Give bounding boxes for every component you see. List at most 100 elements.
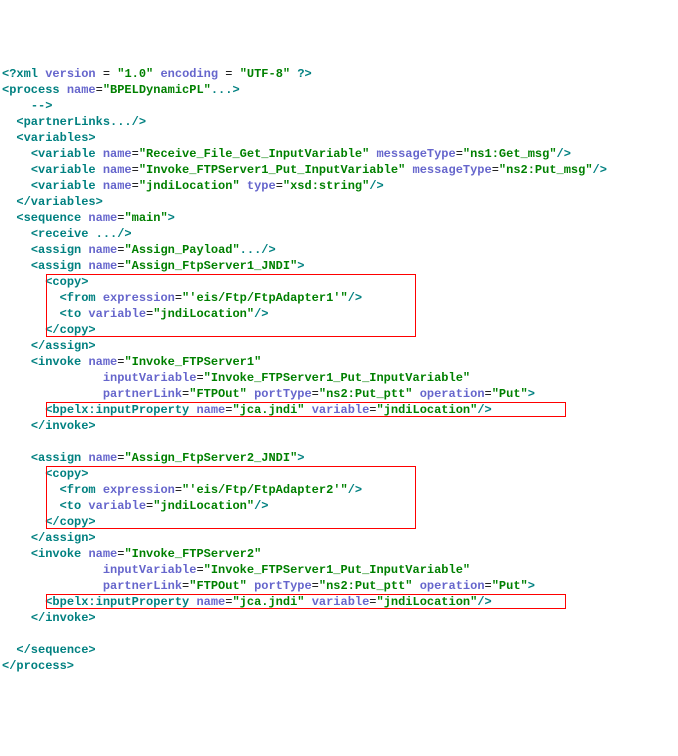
token-attr: portType [254,387,312,401]
token-val: "ns2:Put_ptt" [319,387,413,401]
code-line: </copy> [2,322,676,338]
token-text: = [369,403,376,417]
token-attr: name [88,355,117,369]
code-line: inputVariable="Invoke_FTPServer1_Put_Inp… [2,370,676,386]
code-line: <to variable="jndiLocation"/> [2,306,676,322]
token-attr: partnerLink [103,387,182,401]
code-line: <from expression="'eis/Ftp/FtpAdapter2'"… [2,482,676,498]
token-attr: type [247,179,276,193]
code-line: inputVariable="Invoke_FTPServer1_Put_Inp… [2,562,676,578]
token-tag: > [168,211,175,225]
token-attr: expression [103,483,175,497]
token-tag: <copy> [45,467,88,481]
token-text: = [312,579,319,593]
token-attr: name [103,147,132,161]
token-attr: operation [420,387,485,401]
token-val: "Assign_FtpServer2_JNDI" [124,451,297,465]
code-line: <process name="BPELDynamicPL"...> [2,82,676,98]
token-val: "FTPOut" [189,387,247,401]
token-tag: </variables> [16,195,102,209]
token-attr: messageType [413,163,492,177]
token-tag: ?> [297,67,311,81]
token-tag: </invoke> [31,611,96,625]
token-tag: /> [254,307,268,321]
token-attr: name [88,451,117,465]
token-attr: partnerLink [103,579,182,593]
token-tag: ...> [211,83,240,97]
code-line: </copy> [2,514,676,530]
token-tag: </assign> [31,339,96,353]
token-val: "FTPOut" [189,579,247,593]
token-tag: </sequence> [16,643,95,657]
token-attr: encoding [160,67,218,81]
token-text: = [196,563,203,577]
token-val: "Invoke_FTPServer1_Put_InputVariable" [204,371,470,385]
token-text [247,579,254,593]
token-val: "Receive_File_Get_InputVariable" [139,147,369,161]
token-attr: name [88,259,117,273]
token-tag: > [528,579,535,593]
token-tag: <variable [31,179,96,193]
token-val: "'eis/Ftp/FtpAdapter2'" [182,483,348,497]
token-val: "Assign_Payload" [124,243,239,257]
token-text: = [218,67,240,81]
token-text: = [485,387,492,401]
token-attr: name [67,83,96,97]
token-attr: variable [312,403,370,417]
token-tag: /> [477,595,491,609]
token-attr: name [196,403,225,417]
code-line: </sequence> [2,642,676,658]
token-val: "jndiLocation" [377,403,478,417]
code-line [2,434,676,450]
token-val: "ns2:Put_msg" [499,163,593,177]
token-attr: name [103,163,132,177]
token-val: "jndiLocation" [153,307,254,321]
token-tag: /> [477,403,491,417]
token-text: = [175,291,182,305]
code-line: <assign name="Assign_Payload".../> [2,242,676,258]
token-tag: <from [60,483,96,497]
code-line: <variable name="Receive_File_Get_InputVa… [2,146,676,162]
token-tag: <assign [31,243,81,257]
code-line: partnerLink="FTPOut" portType="ns2:Put_p… [2,578,676,594]
code-line: <copy> [2,466,676,482]
token-attr: portType [254,579,312,593]
token-val: "1.0" [117,67,153,81]
code-line: <from expression="'eis/Ftp/FtpAdapter1'"… [2,290,676,306]
token-text: = [369,595,376,609]
token-text: = [96,67,118,81]
token-tag: </process> [2,659,74,673]
token-val: "jndiLocation" [377,595,478,609]
token-text: = [312,387,319,401]
code-line: </process> [2,658,676,674]
token-text [405,163,412,177]
token-val: "Invoke_FTPServer1_Put_InputVariable" [139,163,405,177]
token-tag: <variable [31,147,96,161]
token-val: "BPELDynamicPL" [103,83,211,97]
code-line: <bpelx:inputProperty name="jca.jndi" var… [2,402,676,418]
code-line: <?xml version = "1.0" encoding = "UTF-8"… [2,66,676,82]
token-comm: --> [31,99,53,113]
token-text: = [96,83,103,97]
token-attr: expression [103,291,175,305]
token-text [304,595,311,609]
token-val: "Put" [492,579,528,593]
code-line: <copy> [2,274,676,290]
token-text [96,291,103,305]
token-val: "xsd:string" [283,179,369,193]
token-tag: <bpelx:inputProperty [45,595,189,609]
token-val: "ns2:Put_ptt" [319,579,413,593]
token-val: "main" [124,211,167,225]
token-val: "'eis/Ftp/FtpAdapter1'" [182,291,348,305]
token-text: = [132,163,139,177]
token-attr: variable [88,499,146,513]
token-val: "Put" [492,387,528,401]
code-line: <assign name="Assign_FtpServer2_JNDI"> [2,450,676,466]
token-attr: name [88,211,117,225]
token-text [247,387,254,401]
token-text: = [132,147,139,161]
code-line: <sequence name="main"> [2,210,676,226]
token-text [96,163,103,177]
code-line: <assign name="Assign_FtpServer1_JNDI"> [2,258,676,274]
token-tag: <variables> [16,131,95,145]
